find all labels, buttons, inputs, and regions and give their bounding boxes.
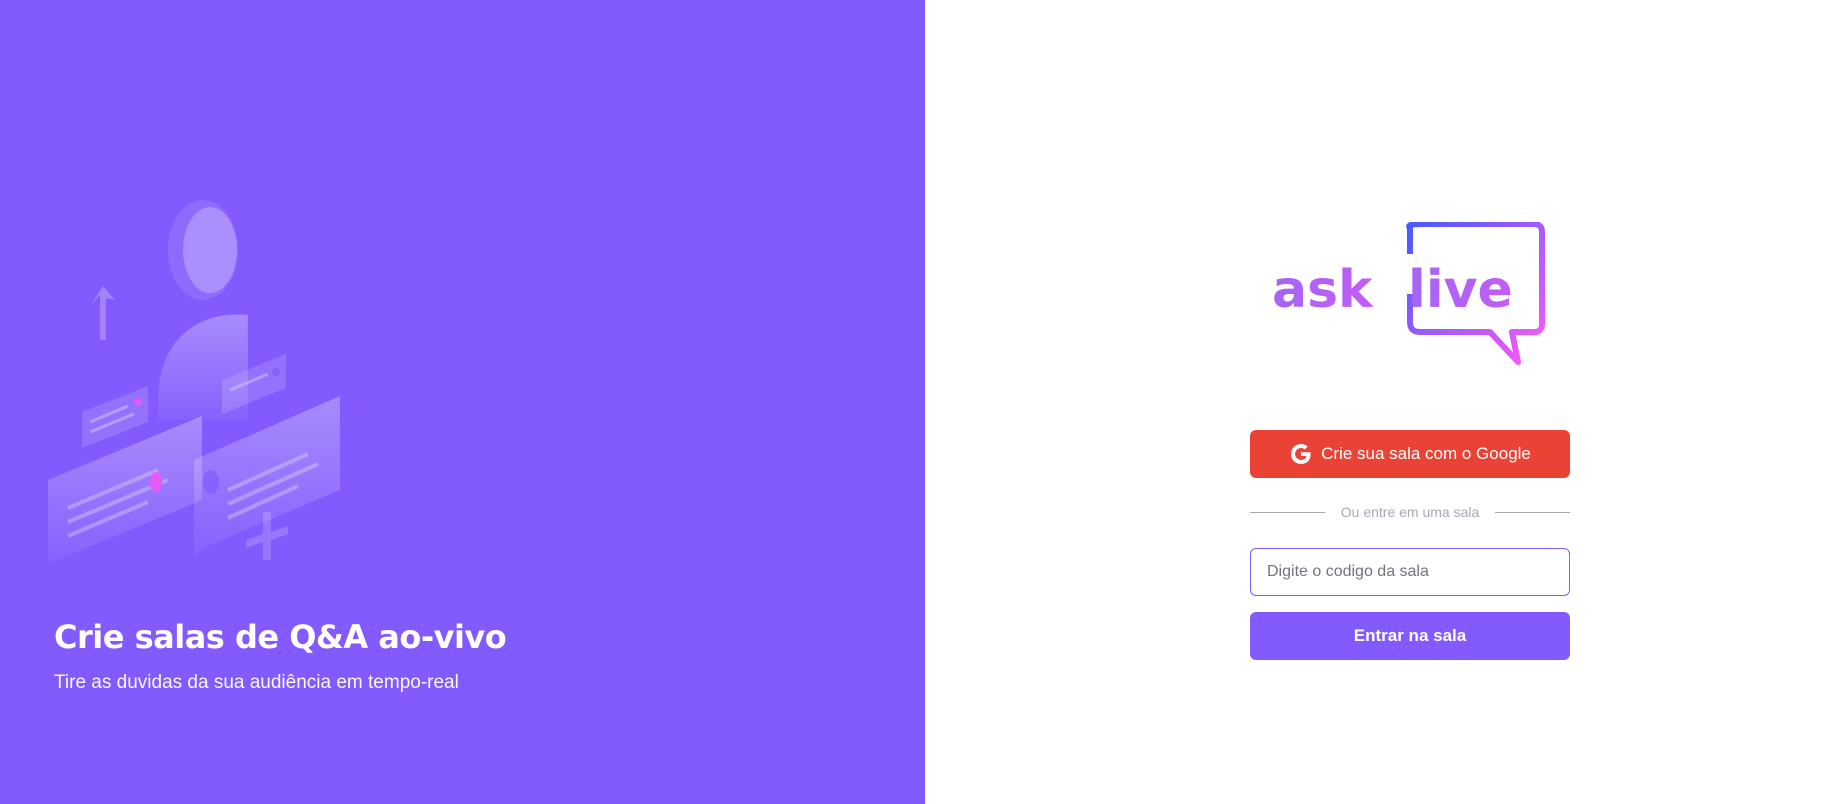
- google-icon: [1291, 444, 1311, 464]
- hero-title: Crie salas de Q&A ao-vivo: [54, 618, 507, 656]
- main-panel: ask live Crie sua sala com o Google Ou e…: [925, 0, 1835, 804]
- room-code-input[interactable]: [1250, 548, 1570, 596]
- logo-text-ask: ask: [1272, 260, 1374, 320]
- separator-line-left: [1250, 511, 1325, 513]
- asklive-logo: ask live: [1272, 222, 1545, 365]
- login-form: ask live Crie sua sala com o Google Ou e…: [1250, 222, 1571, 660]
- page: Crie salas de Q&A ao-vivo Tire as duvida…: [0, 0, 1835, 804]
- create-room-google-label: Crie sua sala com o Google: [1321, 444, 1531, 463]
- qa-illustration: [48, 200, 340, 564]
- hero-panel: Crie salas de Q&A ao-vivo Tire as duvida…: [0, 0, 925, 804]
- separator: Ou entre em uma sala: [1250, 504, 1571, 520]
- create-room-google-button[interactable]: Crie sua sala com o Google: [1250, 430, 1570, 478]
- separator-line-right: [1495, 511, 1571, 513]
- logo-text-live: live: [1408, 260, 1513, 320]
- enter-room-button[interactable]: Entrar na sala: [1250, 612, 1570, 660]
- hero-subtitle: Tire as duvidas da sua audiência em temp…: [54, 672, 459, 693]
- separator-text: Ou entre em uma sala: [1340, 504, 1480, 520]
